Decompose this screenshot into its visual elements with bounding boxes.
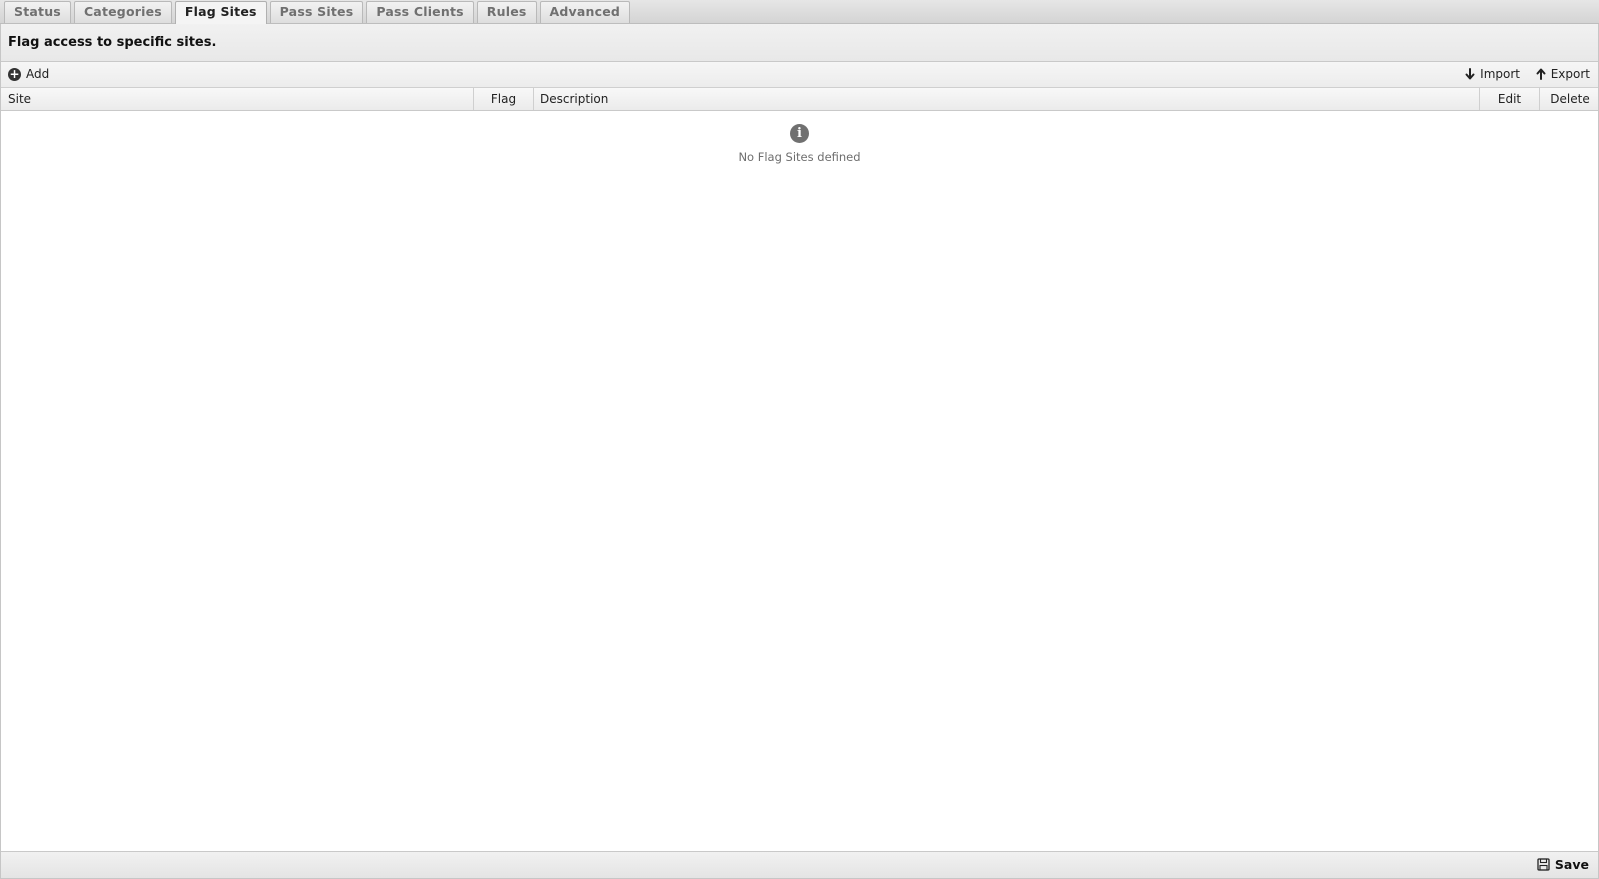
column-header-delete[interactable]: Delete [1540,88,1599,110]
empty-state-text: No Flag Sites defined [738,150,861,164]
tab-advanced[interactable]: Advanced [539,1,631,23]
column-header-edit[interactable]: Edit [1480,88,1540,110]
arrow-down-icon [1465,68,1475,80]
bottom-toolbar: Save [1,851,1598,878]
flag-sites-panel: Flag access to specific sites. + Add Imp… [0,24,1599,879]
floppy-disk-icon [1537,858,1550,871]
export-button-label: Export [1550,67,1590,81]
app-window: Status Categories Flag Sites Pass Sites … [0,0,1599,879]
tab-flag-sites[interactable]: Flag Sites [174,1,267,25]
save-button[interactable]: Save [1537,857,1589,872]
arrow-up-icon [1536,68,1546,80]
column-header-flag[interactable]: Flag [474,88,534,110]
export-button[interactable]: Export [1536,67,1590,81]
empty-state: i No Flag Sites defined [1,124,1598,164]
save-button-label: Save [1554,857,1589,872]
tab-bar: Status Categories Flag Sites Pass Sites … [0,0,1599,25]
tab-list: Status Categories Flag Sites Pass Sites … [4,1,631,25]
add-button-label: Add [26,67,50,81]
tab-pass-sites[interactable]: Pass Sites [269,1,364,23]
column-header-description[interactable]: Description [534,88,1480,110]
tab-pass-clients[interactable]: Pass Clients [366,1,474,23]
import-button-label: Import [1480,67,1520,81]
panel-title: Flag access to specific sites. [8,35,217,50]
add-button[interactable]: + Add [8,67,49,81]
tab-status[interactable]: Status [4,1,71,23]
grid-toolbar: + Add Import Export [1,62,1598,88]
panel-header: Flag access to specific sites. [1,24,1598,62]
import-button[interactable]: Import [1465,67,1520,81]
column-header-site[interactable]: Site [1,88,474,110]
tab-rules[interactable]: Rules [476,1,537,23]
info-icon: i [790,124,809,143]
tab-categories[interactable]: Categories [73,1,172,23]
grid-header: Site Flag Description Edit Delete [1,88,1598,111]
plus-circle-icon: + [8,66,21,81]
